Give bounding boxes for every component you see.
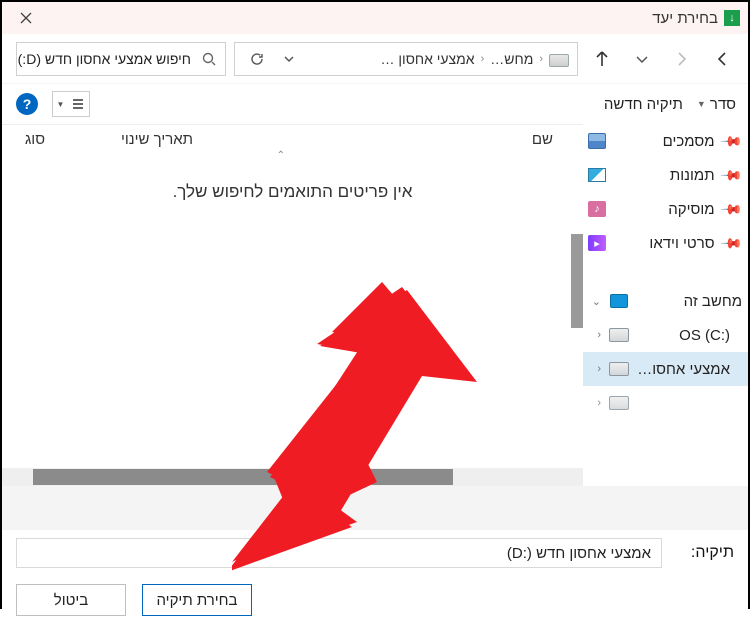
- col-header-date[interactable]: תאריך שינוי: [62, 131, 252, 148]
- select-folder-button[interactable]: בחירת תיקיה: [142, 584, 252, 616]
- chevron-left-icon[interactable]: ‹: [587, 329, 601, 341]
- column-headers[interactable]: שם תאריך שינוי סוג: [2, 124, 583, 154]
- sidebar-item-os-c[interactable]: OS (C:) ‹: [583, 318, 748, 352]
- sidebar: 📌 מסמכים 📌 תמונות 📌 מוסיקה 📌 סרטי וידאו …: [583, 124, 748, 486]
- new-folder-label: תיקיה חדשה: [604, 96, 683, 113]
- sidebar-item-more[interactable]: ‹: [583, 386, 748, 420]
- sidebar-item-videos[interactable]: 📌 סרטי וידאו: [583, 226, 748, 260]
- file-list: שם תאריך שינוי סוג ⌃ אין פריטים התואמים …: [2, 124, 583, 486]
- help-button[interactable]: ?: [16, 93, 38, 115]
- breadcrumb-current[interactable]: אמצעי אחסון …: [377, 51, 479, 67]
- sidebar-item-label: מחשב זה: [637, 293, 742, 310]
- sidebar-item-label: סרטי וידאו: [615, 235, 715, 252]
- h-scroll-track[interactable]: [2, 468, 583, 486]
- sidebar-item-label: תמונות: [615, 167, 715, 184]
- breadcrumb[interactable]: ‹ מחש… ‹ אמצעי אחסון …: [309, 51, 543, 67]
- drive-icon: [609, 396, 629, 410]
- folder-value: (D:) אמצעי אחסון חדש: [507, 545, 651, 562]
- sort-indicator-icon: ⌃: [277, 150, 285, 161]
- pin-icon: 📌: [719, 197, 743, 221]
- music-icon: [588, 201, 606, 217]
- col-header-type[interactable]: סוג: [2, 131, 62, 148]
- back-button[interactable]: [706, 43, 738, 75]
- list-view-icon: [71, 97, 85, 111]
- drive-icon: [609, 328, 629, 342]
- chevron-down-icon: ▼: [57, 100, 65, 109]
- view-toggle[interactable]: ▼: [52, 91, 90, 117]
- pin-icon: 📌: [719, 231, 743, 255]
- title-bar: ↓ בחירת יעד: [2, 2, 748, 34]
- folder-field[interactable]: (D:) אמצעי אחסון חדש: [16, 538, 662, 568]
- help-label: ?: [23, 96, 32, 112]
- chevron-down-icon: ▼: [697, 99, 706, 109]
- footer: תיקיה: (D:) אמצעי אחסון חדש בחירת תיקיה …: [2, 530, 748, 630]
- documents-icon: [588, 133, 606, 149]
- chevron-left-icon[interactable]: ‹: [587, 363, 601, 375]
- col-header-name[interactable]: שם: [252, 131, 583, 148]
- main-area: 📌 מסמכים 📌 תמונות 📌 מוסיקה 📌 סרטי וידאו …: [2, 124, 748, 486]
- forward-button[interactable]: [666, 43, 698, 75]
- sidebar-item-label: מסמכים: [615, 133, 715, 150]
- drive-icon: [609, 362, 629, 376]
- command-bar: סדר ▼ תיקיה חדשה ▼ ?: [2, 84, 748, 124]
- sidebar-item-label: OS (C:): [637, 327, 730, 344]
- folder-label: תיקיה:: [674, 544, 734, 562]
- close-button[interactable]: [10, 2, 42, 34]
- drive-icon: [549, 51, 569, 67]
- videos-icon: [588, 235, 606, 251]
- search-input[interactable]: [8, 50, 193, 68]
- pc-icon: [610, 294, 628, 308]
- organize-label: סדר: [710, 96, 736, 113]
- organize-menu[interactable]: סדר ▼: [697, 96, 736, 113]
- sidebar-item-music[interactable]: 📌 מוסיקה: [583, 192, 748, 226]
- new-folder-button[interactable]: תיקיה חדשה: [604, 96, 683, 113]
- folder-row: תיקיה: (D:) אמצעי אחסון חדש: [16, 538, 734, 568]
- empty-message: אין פריטים התואמים לחיפוש שלך.: [2, 182, 583, 202]
- sidebar-item-new-volume-d[interactable]: אמצעי אחסון ח ‹: [583, 352, 748, 386]
- sidebar-item-label: מוסיקה: [615, 201, 715, 218]
- search-box[interactable]: [16, 42, 226, 76]
- up-button[interactable]: [586, 43, 618, 75]
- pin-icon: 📌: [719, 163, 743, 187]
- cancel-label: ביטול: [54, 592, 89, 609]
- pictures-icon: [588, 168, 606, 182]
- cancel-button[interactable]: ביטול: [16, 584, 126, 616]
- sidebar-item-label: אמצעי אחסון ח: [637, 361, 730, 378]
- chevron-icon: ‹: [481, 53, 485, 65]
- chevron-left-icon[interactable]: ‹: [587, 397, 601, 409]
- breadcrumb-root[interactable]: מחש…: [486, 51, 537, 67]
- chevron-icon: ‹: [539, 53, 543, 65]
- app-icon: ↓: [724, 10, 740, 26]
- search-icon: [201, 50, 217, 68]
- select-folder-label: בחירת תיקיה: [156, 592, 237, 609]
- sidebar-item-documents[interactable]: 📌 מסמכים: [583, 124, 748, 158]
- address-bar[interactable]: ‹ מחש… ‹ אמצעי אחסון …: [234, 42, 578, 76]
- sidebar-item-pictures[interactable]: 📌 תמונות: [583, 158, 748, 192]
- sidebar-item-this-pc[interactable]: מחשב זה ⌄: [583, 284, 748, 318]
- window-title: בחירת יעד: [652, 10, 718, 27]
- address-dropdown[interactable]: [275, 45, 303, 73]
- h-scroll-thumb[interactable]: [33, 469, 453, 485]
- button-row: בחירת תיקיה ביטול: [16, 584, 734, 616]
- footer-gap: [2, 486, 748, 530]
- recent-dropdown[interactable]: [626, 43, 658, 75]
- pin-icon: 📌: [719, 129, 743, 153]
- chevron-down-icon[interactable]: ⌄: [587, 295, 601, 308]
- refresh-button[interactable]: [243, 45, 271, 73]
- navigation-bar: ‹ מחש… ‹ אמצעי אחסון …: [2, 34, 748, 84]
- window-title-wrap: ↓ בחירת יעד: [652, 10, 740, 27]
